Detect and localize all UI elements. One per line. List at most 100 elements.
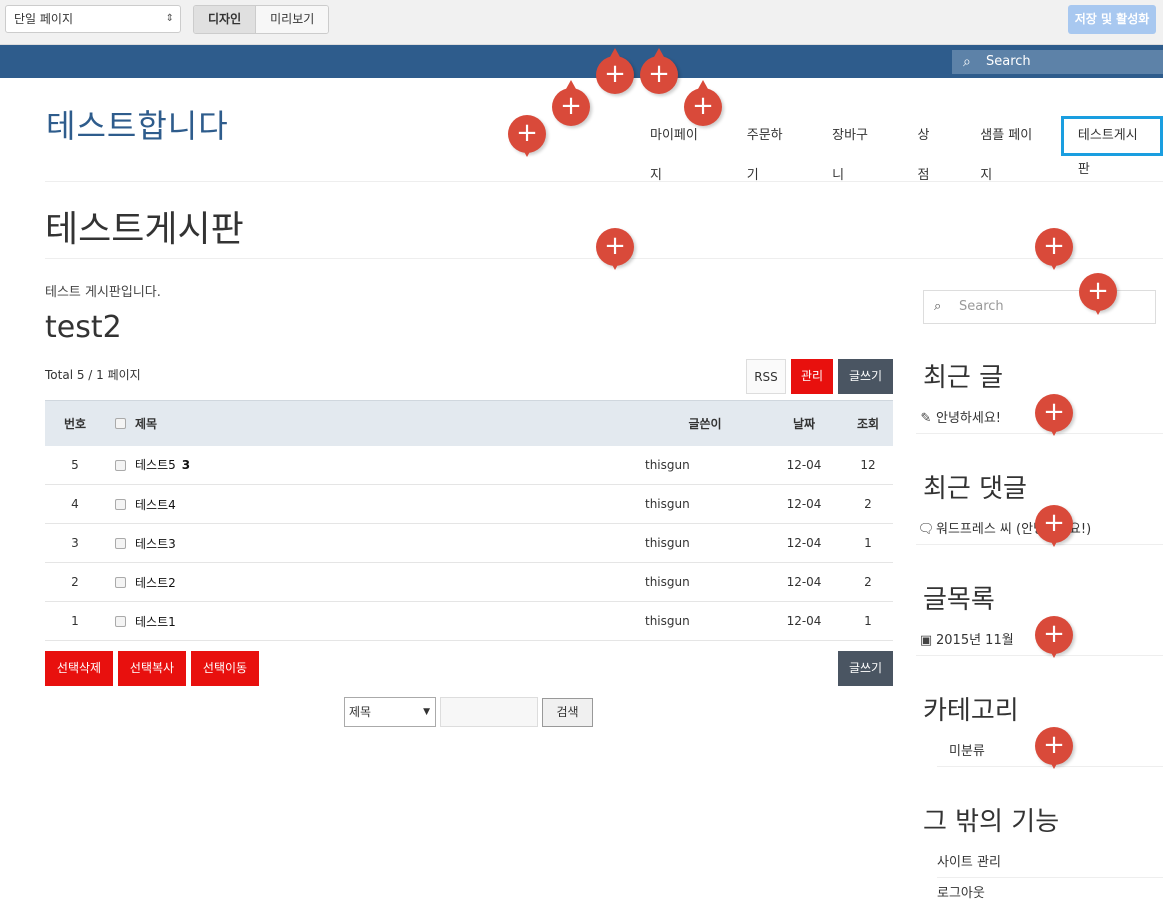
board-search-button[interactable]: 검색 [542,698,593,727]
table-row: 1 테스트1 thisgun 12-04 1 [45,601,893,641]
add-icon[interactable]: + [596,228,634,270]
sidebar-search-placeholder: Search [959,299,1004,314]
row-check-cell [105,601,135,641]
preview-mode-button[interactable]: 미리보기 [256,6,329,33]
editor-toolbar: 단일 페이지 ⇕ 디자인 미리보기 저장 및 활성화 [0,0,1163,45]
select-all-checkbox[interactable] [114,418,126,430]
add-icon[interactable]: + [508,115,546,157]
add-icon[interactable]: + [552,80,590,126]
row-title-link[interactable]: 테스트3 [135,537,176,551]
page-heading: 테스트게시판 [45,209,244,250]
mode-toggle: 디자인 미리보기 [193,5,330,34]
header-divider [45,181,1163,182]
rss-button[interactable]: RSS [746,359,786,394]
archive-icon: ▣ [919,633,933,648]
add-icon[interactable]: + [1035,394,1073,436]
nav-item-sample-page[interactable]: 샘플 페이지 [960,116,1061,183]
recent-post-label: 안녕하세요! [936,411,1002,426]
row-check-cell [105,445,135,485]
row-date: 12-04 [765,445,843,485]
row-writer: thisgun [645,484,765,524]
recent-posts-title: 최근 글 [923,363,1004,393]
row-title-cell: 테스트5 3 [135,445,645,485]
row-num: 1 [45,601,105,641]
categories-title: 카테고리 [923,696,1019,726]
row-num: 3 [45,523,105,563]
row-title-cell: 테스트4 [135,484,645,524]
row-date: 12-04 [765,562,843,602]
search-icon: ⌕ [963,54,971,70]
row-checkbox[interactable] [114,538,126,549]
board-search-input[interactable] [440,697,538,727]
meta-title: 그 밖의 기능 [923,807,1060,837]
recent-comments-title: 최근 댓글 [923,474,1027,504]
write-button[interactable]: 글쓰기 [838,359,893,394]
nav-item-cart[interactable]: 장바구니 [812,116,897,183]
row-checkbox[interactable] [114,459,126,471]
row-title-cell: 테스트2 [135,562,645,602]
add-icon[interactable]: + [1035,228,1073,270]
row-title-link[interactable]: 테스트5 [135,458,176,472]
topbar-search-input[interactable]: ⌕ Search [952,50,1163,74]
row-checkbox[interactable] [114,499,126,510]
add-icon[interactable]: + [1079,273,1117,315]
row-writer: thisgun [645,445,765,485]
site-title[interactable]: 테스트합니다 [46,101,229,147]
row-title-link[interactable]: 테스트1 [135,615,176,629]
row-views: 2 [843,484,893,524]
row-views: 1 [843,523,893,563]
delete-selected-button[interactable]: 선택삭제 [45,651,113,686]
comment-count: 3 [181,458,191,473]
add-icon[interactable]: + [1035,727,1073,769]
add-icon[interactable]: + [596,48,634,94]
add-icon[interactable]: + [684,80,722,126]
column-header-date: 날짜 [765,400,843,446]
board-description: 테스트 게시판입니다. [45,285,161,300]
meta-item-logout[interactable]: 로그아웃 [937,879,1163,904]
topbar-search-placeholder: Search [986,54,1031,69]
nav-item-shop[interactable]: 상점 [898,116,961,183]
table-row: 5 테스트5 3 thisgun 12-04 12 [45,445,893,485]
add-icon[interactable]: + [640,48,678,94]
move-selected-button[interactable]: 선택이동 [191,651,259,686]
row-title-link[interactable]: 테스트4 [135,498,176,512]
table-row: 2 테스트2 thisgun 12-04 2 [45,562,893,602]
row-date: 12-04 [765,523,843,563]
archives-title: 글목록 [923,585,995,615]
row-checkbox[interactable] [114,616,126,627]
board-table: 번호 제목 글쓴이 날짜 조회 5 테스트5 3 thisgun 12-04 12… [45,400,893,641]
meta-item-site-admin[interactable]: 사이트 관리 [937,848,1163,878]
row-title-link[interactable]: 테스트2 [135,576,176,590]
row-checkbox[interactable] [114,577,126,588]
save-activate-button[interactable]: 저장 및 활성화 [1068,5,1156,34]
sidebar-search-input[interactable]: ⌕ Search [923,290,1156,324]
nav-item-order[interactable]: 주문하기 [727,116,812,183]
row-views: 1 [843,601,893,641]
write-button-bottom[interactable]: 글쓰기 [838,651,893,686]
dropdown-arrow-icon: ▼ [423,707,430,717]
site-topbar: ⌕ Search [0,45,1163,78]
table-header: 번호 제목 글쓴이 날짜 조회 [45,400,893,446]
select-arrows-icon: ⇕ [165,13,174,24]
admin-button[interactable]: 관리 [791,359,833,394]
comment-icon: 🗨 [917,522,935,537]
column-header-views: 조회 [843,400,893,446]
add-icon[interactable]: + [1035,616,1073,658]
page: 단일 페이지 ⇕ 디자인 미리보기 저장 및 활성화 ⌕ Search 테스트합… [0,0,1163,904]
search-field-select[interactable]: 제목 ▼ [344,697,436,727]
column-header-writer: 글쓴이 [645,400,765,446]
row-check-cell [105,484,135,524]
row-writer: thisgun [645,562,765,602]
row-views: 12 [843,445,893,485]
row-num: 4 [45,484,105,524]
page-type-select[interactable]: 단일 페이지 ⇕ [5,5,181,33]
row-num: 2 [45,562,105,602]
total-info: Total 5 / 1 페이지 [45,368,141,382]
nav-item-test-board[interactable]: 테스트게시판 [1060,116,1163,177]
copy-selected-button[interactable]: 선택복사 [118,651,186,686]
add-icon[interactable]: + [1035,505,1073,547]
search-field-value: 제목 [349,705,372,719]
row-views: 2 [843,562,893,602]
design-mode-button[interactable]: 디자인 [194,6,257,33]
table-row: 4 테스트4 thisgun 12-04 2 [45,484,893,524]
